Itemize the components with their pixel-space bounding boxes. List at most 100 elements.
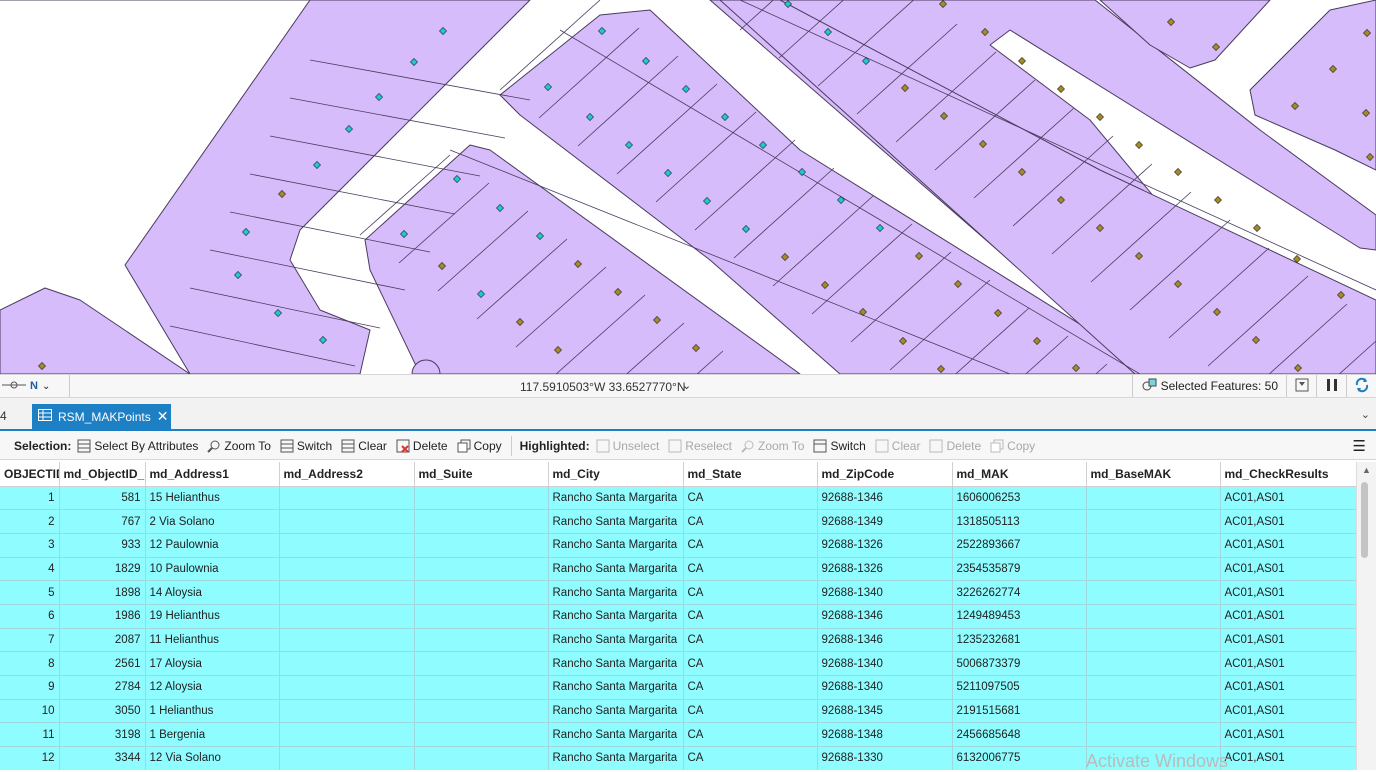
map-view[interactable]: [0, 0, 1376, 374]
table-cell[interactable]: AC01,AS01: [1220, 746, 1356, 770]
table-cell[interactable]: [279, 604, 415, 629]
table-cell[interactable]: [1086, 722, 1221, 748]
table-row[interactable]: 8 2561 17 Aloysia Rancho Santa Margarita CA 9…: [0, 651, 1356, 676]
highlighted-zoom-to-button[interactable]: Zoom To: [741, 439, 804, 453]
table-cell[interactable]: Rancho Santa Margarita: [548, 722, 684, 748]
table-cell[interactable]: Rancho Santa Margarita: [548, 533, 684, 558]
table-cell[interactable]: CA: [683, 722, 818, 748]
map-navigator-icon[interactable]: [2, 378, 26, 395]
table-cell[interactable]: 12 Paulownia: [145, 533, 280, 558]
table-cell[interactable]: 933: [59, 533, 146, 558]
table-cell[interactable]: 2354535879: [952, 557, 1087, 582]
table-cell[interactable]: 2: [0, 509, 60, 534]
table-cell[interactable]: 10 Paulownia: [145, 557, 280, 582]
table-cell[interactable]: [279, 509, 415, 534]
table-cell[interactable]: AC01,AS01: [1220, 580, 1356, 605]
table-cell[interactable]: 5211097505: [952, 675, 1087, 700]
table-cell[interactable]: Rancho Santa Margarita: [548, 604, 684, 629]
table-cell[interactable]: 92688-1348: [817, 722, 953, 748]
table-cell[interactable]: 92688-1349: [817, 509, 953, 534]
highlighted-copy-button[interactable]: Copy: [990, 439, 1035, 453]
table-cell[interactable]: 1: [0, 486, 60, 511]
switch-selection-button[interactable]: Switch: [280, 439, 332, 453]
table-cell[interactable]: [1086, 580, 1221, 605]
table-cell[interactable]: [279, 628, 415, 653]
table-cell[interactable]: [1086, 651, 1221, 676]
table-cell[interactable]: 1986: [59, 604, 146, 629]
table-cell[interactable]: 11: [0, 722, 60, 748]
table-cell[interactable]: [414, 604, 549, 629]
table-row[interactable]: 6 1986 19 Helianthus Rancho Santa Margarita…: [0, 604, 1356, 629]
tab-rsm-makpoints[interactable]: RSM_MAKPoints ✕: [32, 404, 171, 429]
table-cell[interactable]: CA: [683, 557, 818, 582]
table-cell[interactable]: 92688-1340: [817, 580, 953, 605]
column-header[interactable]: md_CheckResults: [1220, 462, 1356, 487]
table-cell[interactable]: [279, 722, 415, 748]
table-row[interactable]: 5 1898 14 Aloysia Rancho Santa Margarita CA 9…: [0, 580, 1356, 605]
table-cell[interactable]: [279, 533, 415, 558]
table-cell[interactable]: [1086, 486, 1221, 511]
table-cell[interactable]: Rancho Santa Margarita: [548, 651, 684, 676]
table-cell[interactable]: 17 Aloysia: [145, 651, 280, 676]
table-cell[interactable]: 7: [0, 628, 60, 653]
table-cell[interactable]: 14 Aloysia: [145, 580, 280, 605]
zoom-to-button[interactable]: Zoom To: [207, 439, 271, 453]
table-cell[interactable]: [414, 699, 549, 724]
scrollbar-thumb[interactable]: [1361, 482, 1368, 558]
table-cell[interactable]: Rancho Santa Margarita: [548, 675, 684, 700]
filter-button[interactable]: [1286, 375, 1316, 397]
table-cell[interactable]: 6: [0, 604, 60, 629]
table-cell[interactable]: [414, 651, 549, 676]
table-cell[interactable]: 5: [0, 580, 60, 605]
table-cell[interactable]: 2784: [59, 675, 146, 700]
table-row[interactable]: 1 581 15 Helianthus Rancho Santa Margarita C…: [0, 486, 1356, 511]
table-cell[interactable]: 92688-1330: [817, 746, 953, 770]
table-cell[interactable]: CA: [683, 580, 818, 605]
table-cell[interactable]: 2456685648: [952, 722, 1087, 748]
table-cell[interactable]: 1 Helianthus: [145, 699, 280, 724]
table-cell[interactable]: 11 Helianthus: [145, 628, 280, 653]
table-row[interactable]: 10 3050 1 Helianthus Rancho Santa Margarita…: [0, 699, 1356, 724]
table-cell[interactable]: 8: [0, 651, 60, 676]
table-cell[interactable]: 3050: [59, 699, 146, 724]
menu-icon[interactable]: ☰: [1353, 437, 1366, 455]
table-cell[interactable]: [414, 557, 549, 582]
table-cell[interactable]: 12: [0, 746, 60, 770]
column-header[interactable]: OBJECTID: [0, 462, 60, 487]
clear-selection-button[interactable]: Clear: [341, 439, 387, 453]
table-cell[interactable]: 3344: [59, 746, 146, 770]
table-cell[interactable]: [279, 651, 415, 676]
table-cell[interactable]: CA: [683, 746, 818, 770]
column-header[interactable]: md_City: [548, 462, 684, 487]
table-cell[interactable]: AC01,AS01: [1220, 675, 1356, 700]
column-header[interactable]: md_Address2: [279, 462, 415, 487]
table-cell[interactable]: AC01,AS01: [1220, 699, 1356, 724]
table-cell[interactable]: 1318505113: [952, 509, 1087, 534]
table-cell[interactable]: [279, 580, 415, 605]
table-cell[interactable]: 92688-1326: [817, 557, 953, 582]
table-cell[interactable]: 1829: [59, 557, 146, 582]
table-cell[interactable]: [414, 628, 549, 653]
selected-features-indicator[interactable]: Selected Features: 50: [1131, 375, 1286, 397]
table-cell[interactable]: 2191515681: [952, 699, 1087, 724]
table-cell[interactable]: [414, 509, 549, 534]
table-cell[interactable]: [1086, 699, 1221, 724]
table-cell[interactable]: 2 Via Solano: [145, 509, 280, 534]
table-cell[interactable]: [1086, 557, 1221, 582]
table-cell[interactable]: 12 Via Solano: [145, 746, 280, 770]
tab-overflow-number[interactable]: 4: [0, 409, 7, 423]
chevron-down-icon[interactable]: ⌄: [42, 381, 50, 392]
table-cell[interactable]: 92688-1326: [817, 533, 953, 558]
scroll-up-icon[interactable]: ▲: [1362, 465, 1371, 475]
table-cell[interactable]: [1086, 509, 1221, 534]
table-cell[interactable]: Rancho Santa Margarita: [548, 486, 684, 511]
table-cell[interactable]: [414, 675, 549, 700]
table-cell[interactable]: 1235232681: [952, 628, 1087, 653]
table-cell[interactable]: 10: [0, 699, 60, 724]
table-cell[interactable]: CA: [683, 651, 818, 676]
north-arrow-icon[interactable]: N: [30, 380, 38, 392]
table-cell[interactable]: 3226262774: [952, 580, 1087, 605]
table-cell[interactable]: 92688-1346: [817, 604, 953, 629]
table-row[interactable]: 2 767 2 Via Solano Rancho Santa Margarita CA…: [0, 509, 1356, 534]
column-header[interactable]: md_State: [683, 462, 818, 487]
